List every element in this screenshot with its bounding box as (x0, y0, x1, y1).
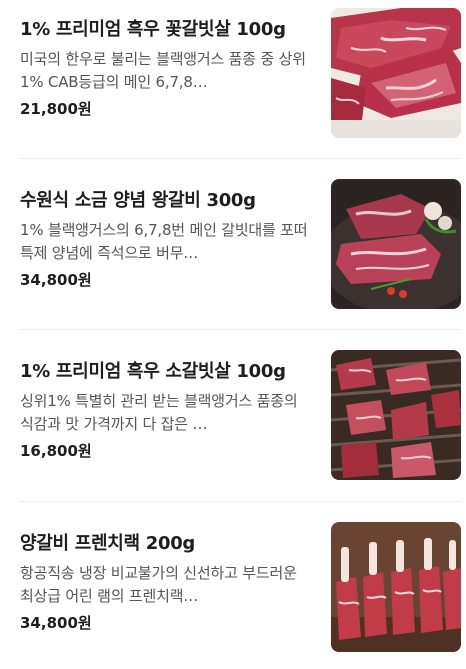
divider (20, 329, 461, 330)
menu-item-name: 1% 프리미엄 흑우 꽃갈빗살 100g (20, 19, 286, 40)
menu-item-name: 1% 프리미엄 흑우 소갈빗살 100g (20, 361, 286, 382)
menu-item-info: 1% 프리미엄 흑우 꽃갈빗살 100g 미국의 한우로 불리는 블랙앵거스 품… (20, 8, 312, 120)
menu-item[interactable]: 1% 프리미엄 흑우 꽃갈빗살 100g 미국의 한우로 불리는 블랙앵거스 품… (20, 8, 461, 138)
menu-item-price: 34,800원 (20, 271, 92, 289)
menu-item-name: 수원식 소금 양념 왕갈비 300g (20, 190, 256, 211)
menu-item-info: 양갈비 프렌치랙 200g 항공직송 냉장 비교불가의 신선하고 부드러운 최상… (20, 522, 312, 634)
seasoned-king-rib-on-platter-photo[interactable] (331, 179, 461, 309)
marbled-beef-rib-photo[interactable] (331, 8, 461, 138)
menu-item-description: 싱위1% 특별히 관리 받는 블랙앵거스 품종의 식감과 맛 가격까지 다 잡은… (20, 392, 298, 433)
menu-item-price: 16,800원 (20, 442, 92, 460)
menu-item-name: 양갈비 프렌치랙 200g (20, 533, 196, 554)
menu-item[interactable]: 수원식 소금 양념 왕갈비 300g 1% 블랙앵거스의 6,7,8번 메인 갈… (20, 179, 461, 309)
menu-item-description: 1% 블랙앵거스의 6,7,8번 메인 갈빗대를 포떠 특제 양념에 즉석으로 … (20, 221, 308, 262)
menu-item-price: 34,800원 (20, 614, 92, 632)
divider (20, 501, 461, 502)
menu-item-description: 미국의 한우로 불리는 블랙앵거스 품종 중 상위 1% CAB등급의 메인 6… (20, 50, 306, 91)
menu-item[interactable]: 1% 프리미엄 흑우 소갈빗살 100g 싱위1% 특별히 관리 받는 블랙앵거… (20, 350, 461, 480)
lamb-french-rack-photo[interactable] (331, 522, 461, 652)
divider (20, 158, 461, 159)
menu-item[interactable]: 양갈비 프렌치랙 200g 항공직송 냉장 비교불가의 신선하고 부드러운 최상… (20, 522, 461, 652)
menu-item-price: 21,800원 (20, 100, 92, 118)
menu-list: 1% 프리미엄 흑우 꽃갈빗살 100g 미국의 한우로 불리는 블랙앵거스 품… (0, 0, 466, 669)
grilled-rib-meat-photo[interactable] (331, 350, 461, 480)
menu-item-info: 1% 프리미엄 흑우 소갈빗살 100g 싱위1% 특별히 관리 받는 블랙앵거… (20, 350, 312, 462)
menu-item-description: 항공직송 냉장 비교불가의 신선하고 부드러운 최상급 어린 램의 프렌치랙… (20, 564, 297, 605)
menu-item-info: 수원식 소금 양념 왕갈비 300g 1% 블랙앵거스의 6,7,8번 메인 갈… (20, 179, 312, 291)
